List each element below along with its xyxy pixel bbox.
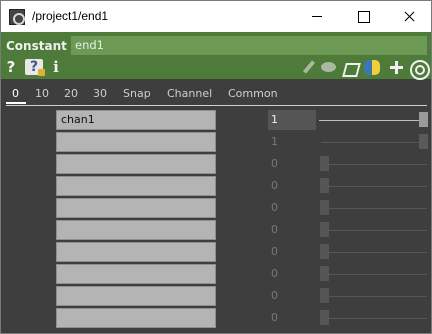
maximize-button[interactable] <box>340 1 386 32</box>
operator-type-label: Constant <box>6 39 67 53</box>
slider-handle[interactable] <box>320 156 329 171</box>
add-icon[interactable] <box>388 60 404 75</box>
channel-value-slider[interactable] <box>321 208 427 209</box>
channel-row: 0 <box>1 285 431 307</box>
channel-value-slider[interactable] <box>319 120 425 121</box>
tab-20[interactable]: 20 <box>64 87 78 100</box>
slider-handle[interactable] <box>320 266 329 281</box>
slider-handle[interactable] <box>320 222 329 237</box>
channel-row: 0 <box>1 153 431 175</box>
channel-value-slider[interactable] <box>321 274 427 275</box>
channel-value-field[interactable]: 0 <box>268 198 316 218</box>
channel-name-field[interactable] <box>56 132 216 152</box>
channel-value-field[interactable]: 0 <box>268 154 316 174</box>
slider-handle[interactable] <box>419 112 428 127</box>
channel-value-field[interactable]: 0 <box>268 242 316 262</box>
operator-name-field[interactable]: end1 <box>71 36 427 55</box>
slider-handle[interactable] <box>320 244 329 259</box>
info-icon[interactable]: i <box>51 59 61 75</box>
help-icon[interactable]: ? <box>5 59 17 75</box>
channel-name-field[interactable] <box>56 220 216 240</box>
python-icon[interactable] <box>364 60 380 75</box>
parameter-panel: Constant end1 ? ? i 0 10 20 30 Snap Chan… <box>0 32 432 334</box>
slider-handle[interactable] <box>320 310 329 325</box>
channel-value-slider[interactable] <box>321 230 427 231</box>
tab-channel[interactable]: Channel <box>167 87 212 100</box>
channel-row: 0 <box>1 307 431 329</box>
channel-name-field[interactable] <box>56 264 216 284</box>
channel-name-field[interactable] <box>56 308 216 328</box>
channel-value-field[interactable]: 1 <box>268 110 316 130</box>
channel-value-slider[interactable] <box>321 164 427 165</box>
slider-handle[interactable] <box>320 200 329 215</box>
operator-header: Constant end1 ? ? i <box>1 32 431 80</box>
channel-value-slider[interactable] <box>321 252 427 253</box>
tab-common[interactable]: Common <box>228 87 278 100</box>
channel-name-field[interactable] <box>56 154 216 174</box>
tabs-divider <box>6 105 427 106</box>
parameter-page-tabs: 0 10 20 30 Snap Channel Common <box>1 80 431 106</box>
python-help-icon[interactable]: ? <box>25 59 45 76</box>
channel-name-field[interactable] <box>56 198 216 218</box>
target-icon[interactable] <box>410 60 430 80</box>
channel-value-field[interactable]: 0 <box>268 308 316 328</box>
pencil-icon[interactable] <box>301 60 317 75</box>
channel-value-slider[interactable] <box>321 296 427 297</box>
slider-handle[interactable] <box>320 288 329 303</box>
channel-value-field[interactable]: 1 <box>268 132 316 152</box>
slider-handle[interactable] <box>320 178 329 193</box>
clone-icon[interactable] <box>342 60 358 75</box>
channel-row: 0 <box>1 197 431 219</box>
channel-name-field[interactable]: chan1 <box>56 110 216 130</box>
tab-30[interactable]: 30 <box>93 87 107 100</box>
channel-name-field[interactable] <box>56 286 216 306</box>
channel-value-slider[interactable] <box>321 142 427 143</box>
channel-row: 0 <box>1 241 431 263</box>
channel-row: 0 <box>1 219 431 241</box>
tab-10[interactable]: 10 <box>35 87 49 100</box>
channel-name-field[interactable] <box>56 242 216 262</box>
window-title-bar[interactable]: /project1/end1 <box>0 0 432 32</box>
channel-value-field[interactable]: 0 <box>268 286 316 306</box>
close-button[interactable] <box>386 1 432 32</box>
tab-snap[interactable]: Snap <box>123 87 151 100</box>
active-tab-indicator <box>6 102 26 104</box>
channel-value-slider[interactable] <box>321 318 427 319</box>
comment-icon[interactable] <box>321 60 337 75</box>
touchdesigner-app-icon <box>9 9 25 25</box>
channel-row: 0 <box>1 175 431 197</box>
channel-value-field[interactable]: 0 <box>268 220 316 240</box>
channel-name-field[interactable] <box>56 176 216 196</box>
window-title: /project1/end1 <box>32 9 109 23</box>
channel-value-field[interactable]: 0 <box>268 176 316 196</box>
channel-row: 0 <box>1 263 431 285</box>
tab-0[interactable]: 0 <box>12 87 19 100</box>
channel-row: chan1 1 <box>1 109 431 131</box>
slider-handle[interactable] <box>419 134 428 149</box>
channel-value-field[interactable]: 0 <box>268 264 316 284</box>
channel-value-slider[interactable] <box>321 186 427 187</box>
minimize-button[interactable] <box>294 1 340 32</box>
channel-row: 1 <box>1 131 431 153</box>
